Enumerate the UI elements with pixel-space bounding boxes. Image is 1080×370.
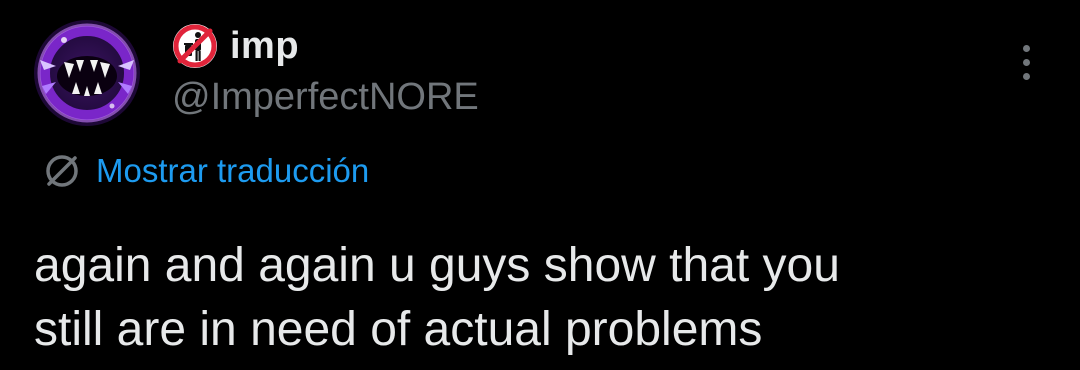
avatar-monster-icon <box>37 23 137 123</box>
tweet-text: again and again u guys show that you sti… <box>34 234 1044 362</box>
more-vertical-icon <box>1022 58 1030 66</box>
more-options-button[interactable] <box>1008 40 1044 84</box>
more-vertical-icon <box>1022 44 1030 52</box>
author-name-row[interactable]: imp <box>170 20 299 72</box>
tweet-card: imp @ImperfectNORE Mostrar traducción ag… <box>0 0 1080 370</box>
tweet-text-line: again and again u guys show that you <box>34 239 840 292</box>
author-display-name[interactable]: imp <box>230 25 299 68</box>
no-littering-icon <box>173 24 217 68</box>
avatar[interactable] <box>34 20 140 126</box>
globe-icon <box>46 155 78 187</box>
show-translation-label[interactable]: Mostrar traducción <box>96 152 369 190</box>
more-vertical-icon <box>1022 72 1030 80</box>
tweet-text-line: still are in need of actual problems <box>34 303 763 356</box>
author-handle[interactable]: @ImperfectNORE <box>172 76 479 119</box>
show-translation-link[interactable]: Mostrar traducción <box>40 148 369 194</box>
